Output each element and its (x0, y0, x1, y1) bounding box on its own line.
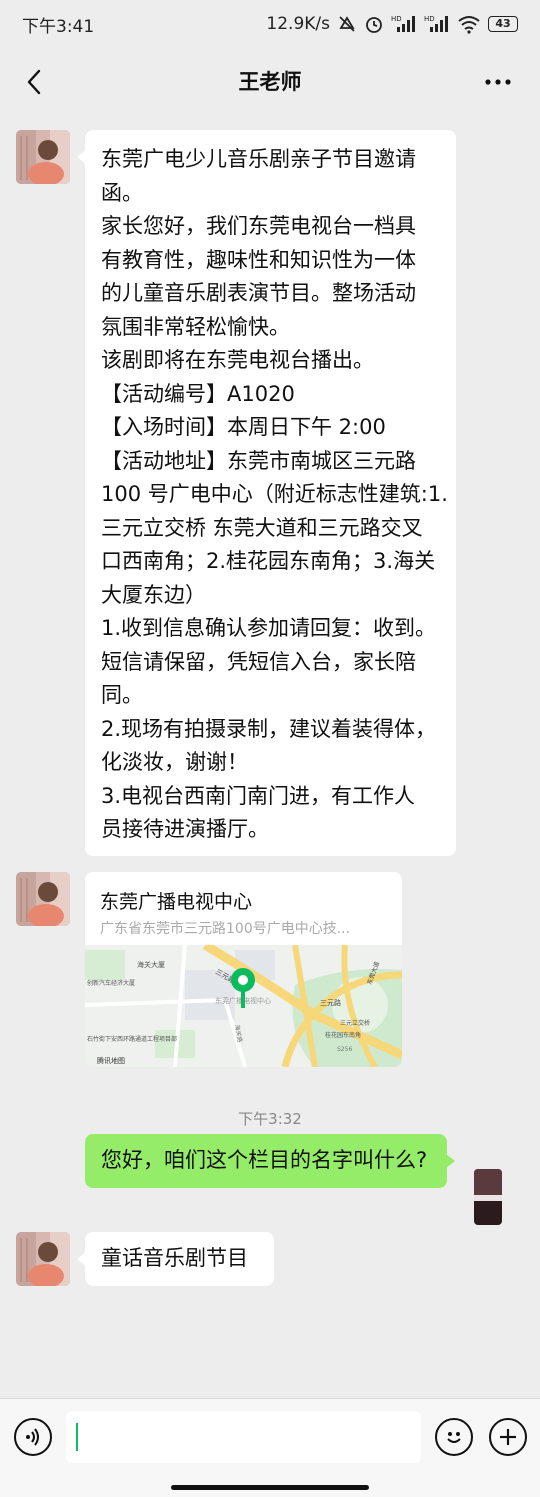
map-label-s2: S256 (337, 1046, 352, 1053)
invite-message-line: 100 号广电中心（附近标志性建筑:1. (101, 482, 448, 506)
message-input[interactable] (66, 1411, 421, 1463)
map-label-haiguan: 海关大厦 (137, 960, 165, 969)
invite-message-line: 有教育性，趣味性和知识性为一体 (101, 247, 416, 272)
invite-message-line: 【入场时间】本周日下午 2:00 (101, 415, 386, 439)
text-caret (76, 1423, 78, 1451)
invite-message-line: 该剧即将在东莞电视台播出。 (101, 348, 374, 372)
map-label-tencent: 腾讯地图 (97, 1056, 125, 1065)
location-address: 广东省东莞市三元路100号广电中心技... (100, 921, 351, 937)
avatar[interactable] (16, 872, 70, 926)
page-title: 王老师 (238, 70, 302, 94)
my-message-bubble[interactable]: 您好，咱们这个栏目的名字叫什么? (85, 1134, 455, 1188)
map-label-interchange: 三元立交桥 (340, 1019, 370, 1027)
invite-message-line: 函。 (101, 180, 143, 205)
chevron-left-icon[interactable] (14, 62, 54, 102)
chat-area[interactable]: 东莞广电少儿音乐剧亲子节目邀请 函。家长您好，我们东莞电视台一档具 有教育性，趣味性… (0, 114, 540, 1398)
invite-message-line: 短信请保留，凭短信入台，家长陪 (101, 649, 416, 674)
status-time: 下午3:41 (22, 16, 95, 37)
voice-icon[interactable] (14, 1418, 52, 1456)
invite-message-line: 同。 (101, 683, 143, 707)
invite-message-line: 氛围非常轻松愉快。 (101, 314, 290, 339)
invite-message-line: 家长您好，我们东莞电视台一档具 (101, 214, 416, 238)
signal-icon-2: HD (424, 14, 450, 34)
alarm-icon (364, 14, 384, 34)
my-message-text: 您好，咱们这个栏目的名字叫什么? (101, 1148, 428, 1172)
signal-icon: HD (391, 14, 417, 34)
home-indicator[interactable] (171, 1485, 369, 1490)
invite-message-line: 大厦东边） (101, 582, 206, 607)
invite-message-line: 【活动地址】东莞市南城区三元路 (101, 448, 416, 473)
invite-message-bubble[interactable]: 东莞广电少儿音乐剧亲子节目邀请 函。家长您好，我们东莞电视台一档具 有教育性，趣味性… (77, 130, 456, 856)
status-bar: 下午3:41 12.9K/s HD HD 43 (0, 0, 540, 48)
invite-message-line: 口西南角；2.桂花园东南角；3.海关 (101, 549, 436, 573)
net-speed: 12.9K/s (266, 14, 330, 34)
reply-message-text: 童话音乐剧节目 (101, 1246, 248, 1270)
status-icons: 12.9K/s HD HD 43 (266, 14, 518, 34)
map-label-guihua: 桂花园东南角 (325, 1031, 361, 1039)
nav-bar: 王老师 (0, 48, 540, 114)
avatar[interactable] (16, 1232, 70, 1286)
map-label-economy: 创新汽车经济大厦 (87, 979, 135, 987)
location-title: 东莞广播电视中心 (100, 891, 253, 913)
plus-icon[interactable] (489, 1418, 527, 1456)
invite-message-line: 东莞广电少儿音乐剧亲子节目邀请 (101, 147, 416, 171)
timestamp: 下午3:32 (238, 1110, 302, 1128)
invite-message-line: 2.现场有拍摄录制，建议着装得体， (101, 716, 437, 741)
location-map[interactable]: 海关大厦 三元路 三元路 东莞广播电视中心 创新汽车经济大厦 石竹街下安西环路通… (85, 945, 402, 1067)
battery-icon: 43 (488, 16, 518, 32)
invite-message-line: 【活动编号】A1020 (101, 381, 295, 406)
my-avatar[interactable] (474, 1169, 502, 1225)
more-dots-icon[interactable] (478, 62, 518, 102)
input-bar (0, 1398, 540, 1497)
wifi-icon (457, 14, 481, 34)
invite-message-line: 员接待进演播厅。 (101, 817, 269, 841)
invite-message-line: 1.收到信息确认参加请回复：收到。 (101, 616, 437, 640)
avatar[interactable] (16, 130, 70, 184)
reply-message-bubble[interactable]: 童话音乐剧节目 (77, 1232, 274, 1286)
map-label-xia: 石竹街下安西环路通道工程项目部 (87, 1035, 177, 1043)
location-card[interactable]: 东莞广播电视中心 广东省东莞市三元路100号广电中心技... 海关大厦 三元路 (85, 872, 402, 1067)
mute-icon (337, 14, 357, 34)
invite-message-line: 化淡妆，谢谢！ (101, 750, 248, 774)
signal-label-hd-2: HD (424, 15, 435, 23)
signal-label-hd: HD (391, 15, 402, 23)
map-label-sanyuan-road-2: 三元路 (320, 998, 341, 1007)
invite-message-line: 的儿童音乐剧表演节目。整场活动 (101, 281, 416, 305)
emoji-icon[interactable] (435, 1418, 473, 1456)
invite-message-line: 三元立交桥 东莞大道和三元路交叉 (101, 515, 423, 540)
invite-message-line: 3.电视台西南门南门进，有工作人 (101, 783, 416, 808)
